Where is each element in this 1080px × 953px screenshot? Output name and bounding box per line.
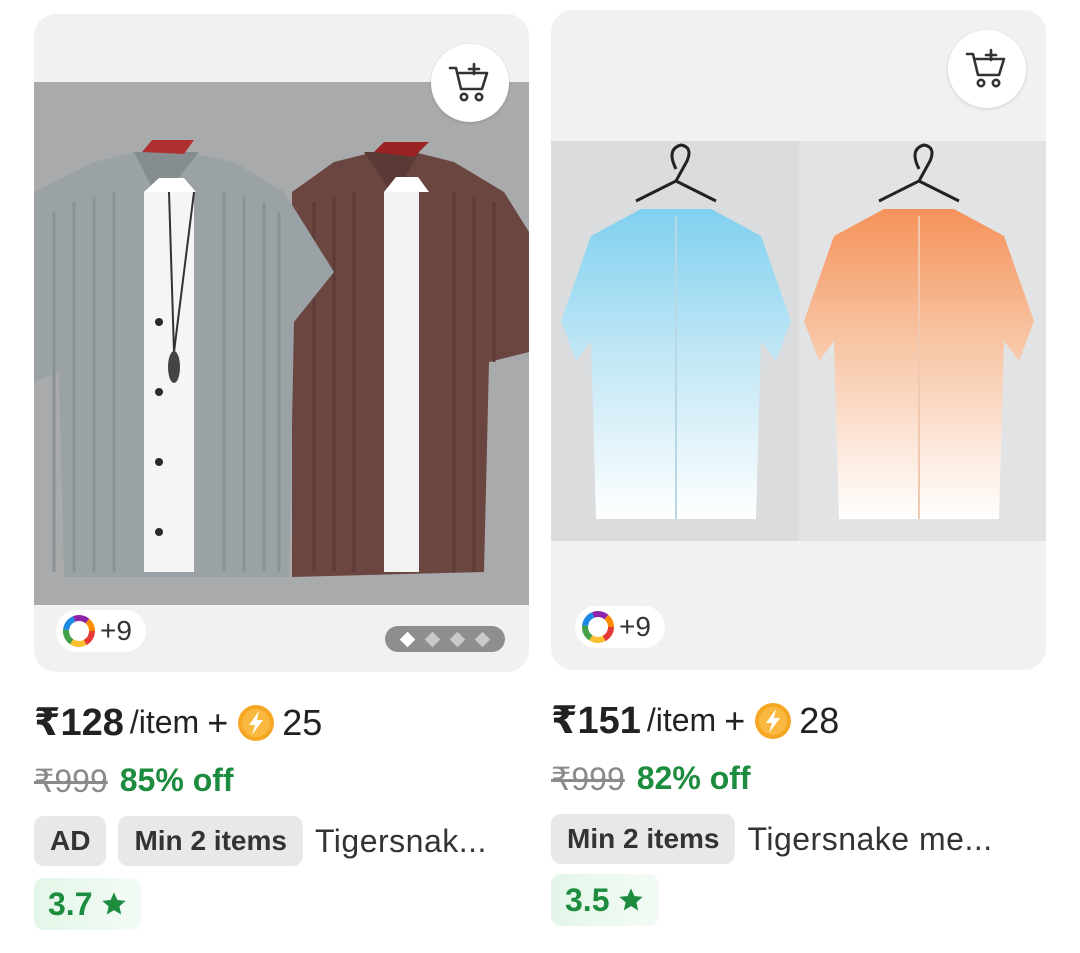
brand-name[interactable]: Tigersnak...: [315, 823, 487, 860]
shirts-image: [551, 141, 1046, 541]
mrp-row: ₹999 85% off: [34, 762, 234, 800]
lightning-coin-icon: [236, 703, 276, 743]
cart-plus-icon: [448, 62, 489, 102]
swatch-count: +9: [100, 615, 132, 646]
price-row: ₹128 /item + 25: [34, 700, 322, 745]
carousel-dot[interactable]: [399, 631, 416, 647]
cart-plus-icon: [965, 48, 1006, 88]
price-row: ₹151 /item + 28: [551, 698, 839, 743]
image-carousel-indicator[interactable]: [385, 626, 505, 652]
price: ₹128: [34, 702, 124, 744]
tag-row: Min 2 items Tigersnake me...: [551, 814, 993, 864]
original-price: ₹999: [34, 763, 108, 799]
rating-badge: 3.5: [551, 874, 660, 926]
star-icon: [102, 892, 127, 915]
tag-row: AD Min 2 items Tigersnak...: [34, 816, 487, 866]
product-card[interactable]: +9 ₹128 /item + 25 ₹999 85% off AD Min 2…: [34, 0, 529, 953]
per-item-label: /item: [646, 702, 717, 738]
lightning-coin-icon: [753, 701, 793, 741]
rating-badge: 3.7: [34, 878, 143, 930]
color-variants-badge[interactable]: +9: [575, 606, 665, 648]
original-price: ₹999: [551, 761, 625, 797]
shirts-image: [34, 140, 529, 577]
plus-sign: +: [207, 701, 229, 743]
carousel-dot[interactable]: [474, 631, 491, 647]
swatch-count: +9: [619, 611, 651, 642]
per-item-label: /item: [129, 704, 200, 740]
mrp-row: ₹999 82% off: [551, 760, 751, 798]
color-wheel-icon: [582, 611, 614, 643]
price: ₹151: [551, 700, 641, 742]
carousel-dot[interactable]: [449, 631, 466, 647]
rating-value: 3.5: [565, 881, 610, 918]
coins-value: 28: [799, 699, 840, 741]
plus-sign: +: [724, 699, 746, 741]
rating-value: 3.7: [48, 885, 93, 922]
carousel-dot[interactable]: [424, 631, 441, 647]
color-variants-badge[interactable]: +9: [56, 610, 146, 652]
star-icon: [619, 888, 644, 911]
min-items-badge: Min 2 items: [551, 814, 736, 864]
product-photo[interactable]: [34, 82, 529, 605]
product-photo[interactable]: [551, 141, 1046, 541]
product-card[interactable]: +9 ₹151 /item + 28 ₹999 82% off Min 2 it…: [551, 0, 1046, 953]
product-image-frame[interactable]: +9: [34, 14, 529, 672]
color-wheel-icon: [63, 615, 95, 647]
coins-value: 25: [282, 701, 323, 743]
product-image-frame[interactable]: +9: [551, 10, 1046, 670]
min-items-badge: Min 2 items: [118, 816, 303, 866]
brand-name[interactable]: Tigersnake me...: [747, 821, 992, 858]
discount-label: 82% off: [636, 760, 751, 796]
discount-label: 85% off: [119, 762, 234, 798]
add-to-cart-button[interactable]: [948, 30, 1026, 108]
ad-badge: AD: [34, 816, 107, 866]
add-to-cart-button[interactable]: [431, 44, 509, 122]
